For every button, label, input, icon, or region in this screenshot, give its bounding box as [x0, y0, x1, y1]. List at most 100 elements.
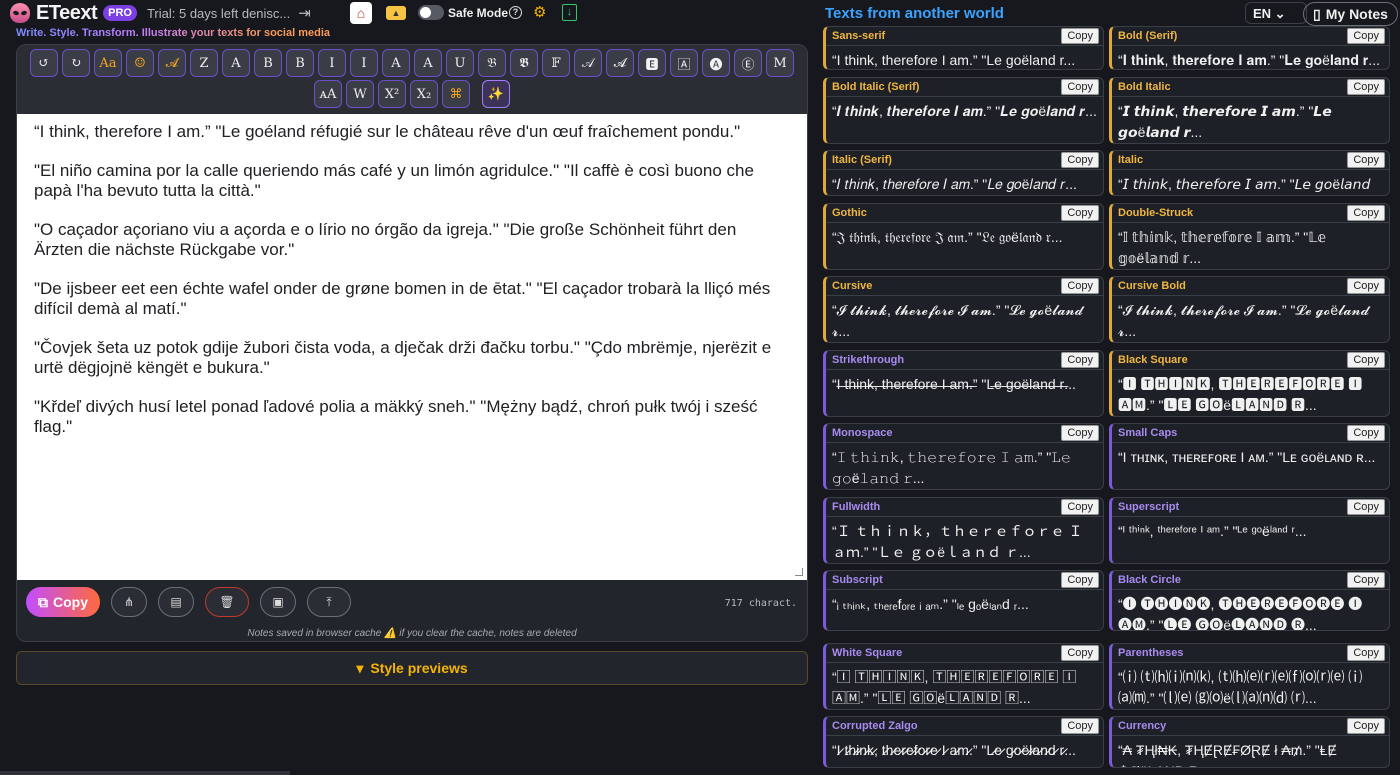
format-button[interactable]: X²: [378, 80, 406, 108]
text-editor[interactable]: “I think, therefore I am.” "Le goéland r…: [17, 114, 807, 580]
style-copy-button[interactable]: Copy: [1347, 352, 1385, 368]
logout-icon[interactable]: ⇥: [298, 4, 311, 22]
style-preview-text[interactable]: “🅘 🅣🅗🅘🅝🅚, 🅣🅗🅔🅡🅔🅕🅞🅡🅔 🅘 🅐🅜.” "🅛🅔 🅖🅞ë🅛🅐🅝🅓 🅡…: [1112, 589, 1389, 630]
style-preview-text[interactable]: “🄸 🅃🄷🄸🄽🄺, 🅃🄷🄴🅁🄴🄵🄾🅁🄴 🄸 🄰🄼.” "🄻🄴 🄶🄾ë🄻🄰🄽🄳 🅁…: [826, 662, 1103, 709]
format-button[interactable]: ᴀA: [314, 80, 342, 108]
format-button[interactable]: 🄰: [670, 49, 698, 77]
format-button[interactable]: 🅴: [638, 49, 666, 77]
style-preview-text[interactable]: “𝐈 𝐭𝐡𝐢𝐧𝐤, 𝐭𝐡𝐞𝐫𝐞𝐟𝐨𝐫𝐞 𝐈 𝐚𝐦.” "𝐋𝐞 𝐠𝐨ë𝐥𝐚𝐧𝐝 𝐫…: [1112, 45, 1389, 69]
format-button[interactable]: I: [318, 49, 346, 77]
style-copy-button[interactable]: Copy: [1061, 152, 1099, 168]
style-preview-text[interactable]: “𝑰 𝒕𝒉𝒊𝒏𝒌, 𝒕𝒉𝒆𝒓𝒆𝒇𝒐𝒓𝒆 𝑰 𝒂𝒎.” "𝑳𝒆 𝒈𝒐ë𝒍𝒂𝒏𝒅 𝒓…: [826, 96, 1103, 126]
format-button[interactable]: A: [382, 49, 410, 77]
style-copy-button[interactable]: Copy: [1347, 645, 1385, 661]
style-copy-button[interactable]: Copy: [1061, 278, 1099, 294]
format-button[interactable]: 𝒜: [574, 49, 602, 77]
style-preview-text[interactable]: “𝕀 𝕥𝕙𝕚𝕟𝕜, 𝕥𝕙𝕖𝕣𝕖𝕗𝕠𝕣𝕖 𝕀 𝕒𝕞.” "𝕃𝕖 𝕘𝕠ë𝕝𝕒𝕟𝕕 𝕣…: [1112, 222, 1389, 269]
format-button[interactable]: Ⓔ: [734, 49, 762, 77]
style-copy-button[interactable]: Copy: [1061, 79, 1099, 95]
format-button[interactable]: 𝕭: [510, 49, 538, 77]
format-button[interactable]: B: [254, 49, 282, 77]
style-preview-text[interactable]: “I̶ ̶t̶h̶i̶n̶k̶,̶ ̶t̶h̶e̶r̶e̶f̶o̶r̶e̶ ̶I…: [826, 369, 1103, 399]
format-button[interactable]: M: [766, 49, 794, 77]
style-copy-button[interactable]: Copy: [1061, 28, 1099, 44]
style-card-header: Parentheses Copy: [1112, 644, 1389, 662]
style-preview-text[interactable]: “𝓘 𝓽𝓱𝓲𝓷𝓴, 𝓽𝓱𝓮𝓻𝓮𝓯𝓸𝓻𝓮 𝓘 𝓪𝓶.” "𝓛𝓮 𝓰𝓸ë𝓵𝓪𝓷𝓭 𝓻…: [1112, 295, 1389, 342]
format-button[interactable]: Z: [190, 49, 218, 77]
clipboard-icon[interactable]: ▤: [158, 587, 194, 617]
style-preview-text[interactable]: “I ᴛʜɪɴᴋ, ᴛʜᴇʀᴇꜰᴏʀᴇ I ᴀᴍ.” "Lᴇ ɢᴏëʟᴀɴᴅ ʀ…: [1112, 442, 1389, 472]
format-button[interactable]: Aa: [94, 49, 122, 77]
format-button[interactable]: 𝔅: [478, 49, 506, 77]
format-button[interactable]: U: [446, 49, 474, 77]
upload-icon[interactable]: ⤒: [307, 587, 351, 617]
style-preview-text[interactable]: “𝘐 𝘵𝘩𝘪𝘯𝘬, 𝘵𝘩𝘦𝘳𝘦𝘧𝘰𝘳𝘦 𝘐 𝘢𝘮.” "𝘓𝘦 𝘨𝘰ë𝘭𝘢𝘯𝘥 𝘳…: [1112, 169, 1389, 195]
style-copy-button[interactable]: Copy: [1347, 499, 1385, 515]
style-copy-button[interactable]: Copy: [1347, 572, 1385, 588]
format-button[interactable]: 🅐: [702, 49, 730, 77]
style-copy-button[interactable]: Copy: [1061, 425, 1099, 441]
style-copy-button[interactable]: Copy: [1061, 718, 1099, 734]
style-preview-text[interactable]: “ᵢ ₜₕᵢₙₖ, ₜₕₑᵣₑfₒᵣₑ ᵢ ₐₘ.” "ₗₑ gₒëₗₐₙd ᵣ…: [826, 589, 1103, 619]
format-button[interactable]: W: [346, 80, 374, 108]
format-button[interactable]: ↻: [62, 49, 90, 77]
style-previews-toggle[interactable]: ▾ Style previews: [16, 651, 808, 685]
style-copy-button[interactable]: Copy: [1061, 352, 1099, 368]
format-button[interactable]: X₂: [410, 80, 438, 108]
style-copy-button[interactable]: Copy: [1061, 572, 1099, 588]
app-logo[interactable]: ETeext: [36, 2, 98, 25]
style-preview-text[interactable]: “𝙸 𝚝𝚑𝚒𝚗𝚔, 𝚝𝚑𝚎𝚛𝚎𝚏𝚘𝚛𝚎 𝙸 𝚊𝚖.” "𝙻𝚎 𝚐𝚘ë𝚕𝚊𝚗𝚍 𝚛…: [826, 442, 1103, 489]
my-notes-label: My Notes: [1325, 6, 1388, 22]
style-preview-text[interactable]: “𝙄 𝙩𝙝𝙞𝙣𝙠, 𝙩𝙝𝙚𝙧𝙚𝙛𝙤𝙧𝙚 𝙄 𝙖𝙢.” "𝙇𝙚 𝙜𝙤ë𝙡𝙖𝙣𝙙 𝙧…: [1112, 96, 1389, 143]
style-copy-button[interactable]: Copy: [1347, 205, 1385, 221]
magic-button[interactable]: ✨: [482, 80, 510, 108]
resize-handle[interactable]: [795, 568, 803, 576]
scrollbar[interactable]: [0, 771, 290, 775]
style-copy-button[interactable]: Copy: [1347, 152, 1385, 168]
style-copy-button[interactable]: Copy: [1061, 645, 1099, 661]
format-button[interactable]: A: [414, 49, 442, 77]
format-button[interactable]: I: [350, 49, 378, 77]
style-copy-button[interactable]: Copy: [1347, 278, 1385, 294]
style-preview-text[interactable]: “₳ ₮Ⱨł₦₭, ₮ⱧɆⱤɆ₣ØⱤɆ ł ₳₥.” "ⱠɆ ₲ØëⱠ₳₦Đ Ɽ…: [1112, 735, 1389, 767]
style-preview-text[interactable]: “⒤ ⒯⒣⒤⒩⒦, ⒯⒣⒠⒭⒠⒡⒪⒭⒠ ⒤ ⒜⒨.” "⒧⒠ ⒢⒪ë⒧⒜⒩⒟ ⒭…: [1112, 662, 1389, 709]
language-select[interactable]: EN ⌄: [1245, 2, 1307, 24]
style-preview-text[interactable]: “𝔍 𝔱𝔥𝔦𝔫𝔨, 𝔱𝔥𝔢𝔯𝔢𝔣𝔬𝔯𝔢 𝔍 𝔞𝔪.” "𝔏𝔢 𝔤𝔬ë𝔩𝔞𝔫𝔡 𝔯…: [826, 222, 1103, 252]
style-copy-button[interactable]: Copy: [1347, 79, 1385, 95]
style-card: Italic Copy “𝘐 𝘵𝘩𝘪𝘯𝘬, 𝘵𝘩𝘦𝘳𝘦𝘧𝘰𝘳𝘦 𝘐 𝘢𝘮.” "𝘓𝘦…: [1109, 150, 1390, 196]
format-button[interactable]: ⌘: [442, 80, 470, 108]
my-notes-button[interactable]: ▯ My Notes: [1303, 2, 1398, 26]
char-count: 717 charact.: [724, 598, 797, 609]
save-icon[interactable]: ▣: [260, 587, 296, 617]
download-icon[interactable]: ↓: [562, 4, 577, 21]
format-button[interactable]: 𝓐: [158, 49, 186, 77]
copy-button[interactable]: ⧉ Copy: [26, 587, 100, 617]
trash-icon[interactable]: 🗑: [205, 587, 249, 617]
style-preview-text[interactable]: “𝓘 𝓽𝓱𝓲𝓷𝓴, 𝓽𝓱𝓮𝓻𝓮𝓯𝓸𝓻𝓮 𝓘 𝓪𝓶.” "𝓛𝓮 𝓰𝓸ë𝓵𝓪𝓷𝓭 𝓻…: [826, 295, 1103, 342]
style-name: Italic: [1118, 154, 1144, 166]
gear-icon[interactable]: ⚙: [533, 3, 546, 21]
style-copy-button[interactable]: Copy: [1061, 499, 1099, 515]
style-preview-text[interactable]: “I think, therefore I am.” "Le goëland r…: [826, 45, 1103, 69]
format-button[interactable]: ↺: [30, 49, 58, 77]
style-copy-button[interactable]: Copy: [1347, 425, 1385, 441]
share-icon[interactable]: ⋔: [111, 587, 147, 617]
safe-mode-toggle[interactable]: [418, 5, 444, 20]
format-button[interactable]: ☺: [126, 49, 154, 77]
style-preview-text[interactable]: “𝐼 𝑡ℎ𝑖𝑛𝑘, 𝑡ℎ𝑒𝑟𝑒𝑓𝑜𝑟𝑒 𝐼 𝑎𝑚.” "𝐿𝑒 𝑔𝑜ë𝑙𝑎𝑛𝑑 𝑟…: [826, 169, 1103, 195]
home-icon[interactable]: ⌂: [350, 2, 372, 24]
format-button[interactable]: 𝓐: [606, 49, 634, 77]
style-preview-text[interactable]: “I̷ t̷h̷i̷n̷k̷, t̷h̷e̷r̷e̷f̷o̷r̷e̷ I̷ a̷…: [826, 735, 1103, 765]
style-copy-button[interactable]: Copy: [1061, 205, 1099, 221]
format-button[interactable]: 𝔽: [542, 49, 570, 77]
format-button[interactable]: A: [222, 49, 250, 77]
help-icon[interactable]: ?: [509, 6, 522, 19]
format-button[interactable]: B: [286, 49, 314, 77]
warning-icon[interactable]: ▲: [386, 6, 406, 20]
style-preview-text[interactable]: “Ｉ ｔｈｉｎｋ，ｔｈｅｒｅｆｏｒｅ Ｉ ａｍ.” "Ｌｅ ｇｏëｌａｎｄ ｒ.…: [826, 516, 1103, 563]
style-card: Bold (Serif) Copy “𝐈 𝐭𝐡𝐢𝐧𝐤, 𝐭𝐡𝐞𝐫𝐞𝐟𝐨𝐫𝐞 𝐈 𝐚𝐦…: [1109, 26, 1390, 70]
style-preview-text[interactable]: “ᴵ ᵗʰⁱⁿᵏ, ᵗʰᵉʳᵉᶠᵒʳᵉ ᴵ ᵃᵐ.” "ᴸᵉ ᵍᵒëˡᵃⁿᵈ ʳ…: [1112, 516, 1389, 546]
style-copy-button[interactable]: Copy: [1347, 28, 1385, 44]
style-copy-button[interactable]: Copy: [1347, 718, 1385, 734]
style-preview-text[interactable]: “🅸 🆃🅷🅸🅽🅺, 🆃🅷🅴🆁🅴🅵🅾🆁🅴 🅸 🅰🅼.” "🅻🅴 🅶🅾ë🅻🅰🅽🅳 🆁…: [1112, 369, 1389, 416]
